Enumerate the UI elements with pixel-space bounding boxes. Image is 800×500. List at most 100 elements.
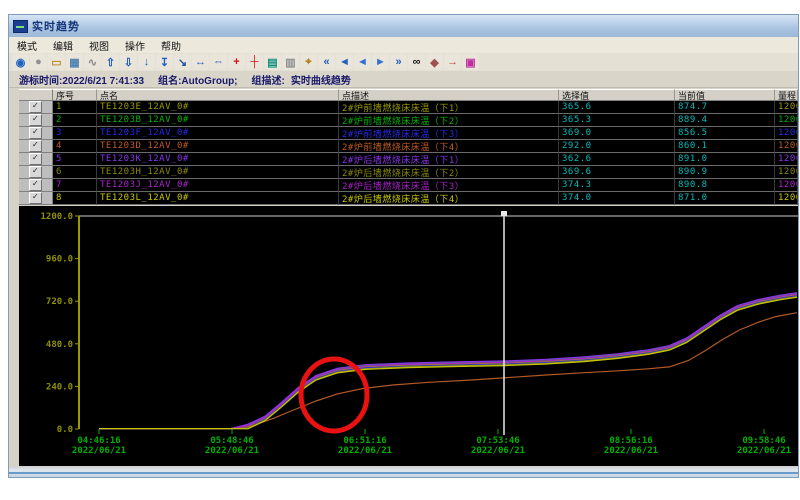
pointer-icon[interactable]: ↘ [174, 54, 191, 70]
history-mode-icon[interactable]: ● [30, 54, 47, 70]
print-icon[interactable]: ▣ [462, 54, 479, 70]
table-row[interactable]: ✓4TE1203D_12AV_0#2#炉前墙燃烧床床温（下4）292.0860.… [19, 140, 798, 153]
row-checkbox[interactable]: ✓ [19, 153, 53, 166]
grid-view-icon[interactable]: ▦ [66, 54, 83, 70]
cell-cur: 890.9 [675, 166, 775, 179]
realtime-mode-icon[interactable]: ◉ [12, 54, 29, 70]
row-checkbox[interactable]: ✓ [19, 127, 53, 140]
play-backward-icon[interactable]: ◄ [354, 54, 371, 70]
row-checkbox[interactable]: ✓ [19, 166, 53, 179]
copy-icon[interactable]: ▥ [282, 54, 299, 70]
cell-sel: 369.0 [559, 127, 675, 140]
x-tick-time-label: 07:53:46 [476, 436, 519, 446]
row-checkbox[interactable]: ✓ [19, 179, 53, 192]
table-row[interactable]: ✓3TE1203F_12AV_0#2#炉前墙燃烧床床温（下3）369.0856.… [19, 127, 798, 140]
column-header-name: 点名 [97, 89, 339, 101]
cursor-add-icon[interactable]: + [228, 54, 245, 70]
cell-desc: 2#炉前墙燃烧床床温（下3） [339, 127, 559, 140]
fast-forward-icon[interactable]: » [390, 54, 407, 70]
cursor-status-line: 游标时间:2022/6/21 7:41:33 组名:AutoGroup; 组描述… [9, 71, 798, 88]
checkmark-icon: ✓ [29, 114, 42, 126]
shift-down-icon[interactable]: ⇩ [120, 54, 137, 70]
cell-cur: 889.4 [675, 114, 775, 127]
menu-item-edit[interactable]: 编辑 [45, 37, 81, 54]
trend-chart[interactable]: 0.0240.0480.0720.0960.01200.004:46:16202… [19, 206, 798, 466]
cell-sel: 374.0 [559, 192, 675, 205]
cell-no: 8 [53, 192, 97, 205]
column-header-no: 序号 [53, 89, 97, 101]
h-span-icon[interactable]: ↔ [192, 54, 209, 70]
cell-name: TE1203K_12AV_0# [97, 153, 339, 166]
row-checkbox[interactable]: ✓ [19, 140, 53, 153]
group-desc-label: 组描述: [252, 72, 285, 87]
cell-no: 1 [53, 101, 97, 114]
cell-cur: 890.8 [675, 179, 775, 192]
cell-desc: 2#炉后墙燃烧床床温（下1） [339, 153, 559, 166]
cell-sel: 292.0 [559, 140, 675, 153]
shift-up-icon[interactable]: ⇧ [102, 54, 119, 70]
checkmark-icon: ✓ [29, 179, 42, 191]
cell-no: 3 [53, 127, 97, 140]
cursor-time-text: 游标时间:2022/6/21 7:41:33 [19, 72, 144, 87]
x-tick-date-label: 2022/06/21 [338, 446, 392, 456]
cell-desc: 2#炉前墙燃烧床床温（下2） [339, 114, 559, 127]
fast-backward-icon[interactable]: « [318, 54, 335, 70]
table-row[interactable]: ✓7TE1203J_12AV_0#2#炉后墙燃烧床床温（下3）374.3890.… [19, 179, 798, 192]
x-tick-time-label: 06:51:16 [343, 436, 386, 446]
title-bar[interactable]: 实时趋势 [9, 15, 798, 38]
column-header-desc: 点描述 [339, 89, 559, 101]
cell-name: TE1203D_12AV_0# [97, 140, 339, 153]
x-tick-time-label: 04:46:16 [77, 436, 120, 446]
cell-sel: 369.6 [559, 166, 675, 179]
scale-bottom-icon[interactable]: ↧ [156, 54, 173, 70]
table-row[interactable]: ✓2TE1203B_12AV_0#2#炉前墙燃烧床床温（下2）365.3889.… [19, 114, 798, 127]
row-checkbox[interactable]: ✓ [19, 192, 53, 205]
x-tick-time-label: 08:56:16 [609, 436, 652, 446]
cell-name: TE1203E_12AV_0# [97, 101, 339, 114]
cell-name: TE1203H_12AV_0# [97, 166, 339, 179]
table-row[interactable]: ✓6TE1203H_12AV_0#2#炉后墙燃烧床床温（下2）369.6890.… [19, 166, 798, 179]
cell-rng: 1200.0 [775, 101, 798, 114]
table-row[interactable]: ✓1TE1203E_12AV_0#2#炉前墙燃烧床床温（下1）365.6874.… [19, 101, 798, 114]
search-icon[interactable]: ∞ [408, 54, 425, 70]
zoom-tool-icon[interactable]: ⌖ [300, 54, 317, 70]
cell-sel: 374.3 [559, 179, 675, 192]
curve-view-icon[interactable]: ∿ [84, 54, 101, 70]
cell-no: 7 [53, 179, 97, 192]
cell-desc: 2#炉后墙燃烧床床温（下3） [339, 179, 559, 192]
bookmark-icon[interactable]: ◆ [426, 54, 443, 70]
cell-desc: 2#炉前墙燃烧床床温（下1） [339, 101, 559, 114]
x-tick-time-label: 09:58:46 [742, 436, 785, 446]
play-forward-icon[interactable]: ► [372, 54, 389, 70]
cell-rng: 1200.0 [775, 179, 798, 192]
x-tick-date-label: 2022/06/21 [205, 446, 259, 456]
h-expand-icon[interactable]: ⇔ [210, 54, 227, 70]
cursor-handle[interactable] [501, 211, 507, 216]
table-row[interactable]: ✓8TE1203L_12AV_0#2#炉后墙燃烧床床温（下4）374.0871.… [19, 192, 798, 205]
menu-item-help[interactable]: 帮助 [153, 37, 189, 54]
step-backward-icon[interactable]: ◄ [336, 54, 353, 70]
window-bottom-edge [9, 466, 798, 477]
checkmark-icon: ✓ [29, 140, 42, 152]
column-header-check [19, 89, 53, 101]
row-checkbox[interactable]: ✓ [19, 114, 53, 127]
cell-desc: 2#炉后墙燃烧床床温（下2） [339, 166, 559, 179]
table-row[interactable]: ✓5TE1203K_12AV_0#2#炉后墙燃烧床床温（下1）362.6891.… [19, 153, 798, 166]
cell-sel: 362.6 [559, 153, 675, 166]
x-tick-date-label: 2022/06/21 [471, 446, 525, 456]
menu-item-mode[interactable]: 模式 [9, 37, 45, 54]
new-group-icon[interactable]: ▭ [48, 54, 65, 70]
scale-down-icon[interactable]: ↓ [138, 54, 155, 70]
cursor-span-icon[interactable]: ┼ [246, 54, 263, 70]
cell-cur: 891.0 [675, 153, 775, 166]
export-data-icon[interactable]: ▤ [264, 54, 281, 70]
row-checkbox[interactable]: ✓ [19, 101, 53, 114]
app-icon [13, 20, 28, 33]
menu-item-view[interactable]: 视图 [81, 37, 117, 54]
trend-plot[interactable]: 0.0240.0480.0720.0960.01200.004:46:16202… [19, 206, 798, 466]
x-tick-time-label: 05:48:46 [210, 436, 253, 446]
goto-end-icon[interactable]: → [444, 54, 461, 70]
menu-item-operate[interactable]: 操作 [117, 37, 153, 54]
column-header-cur: 当前值 [675, 89, 775, 101]
table-header-row: 序号点名点描述选择值当前值量程 [19, 89, 798, 101]
